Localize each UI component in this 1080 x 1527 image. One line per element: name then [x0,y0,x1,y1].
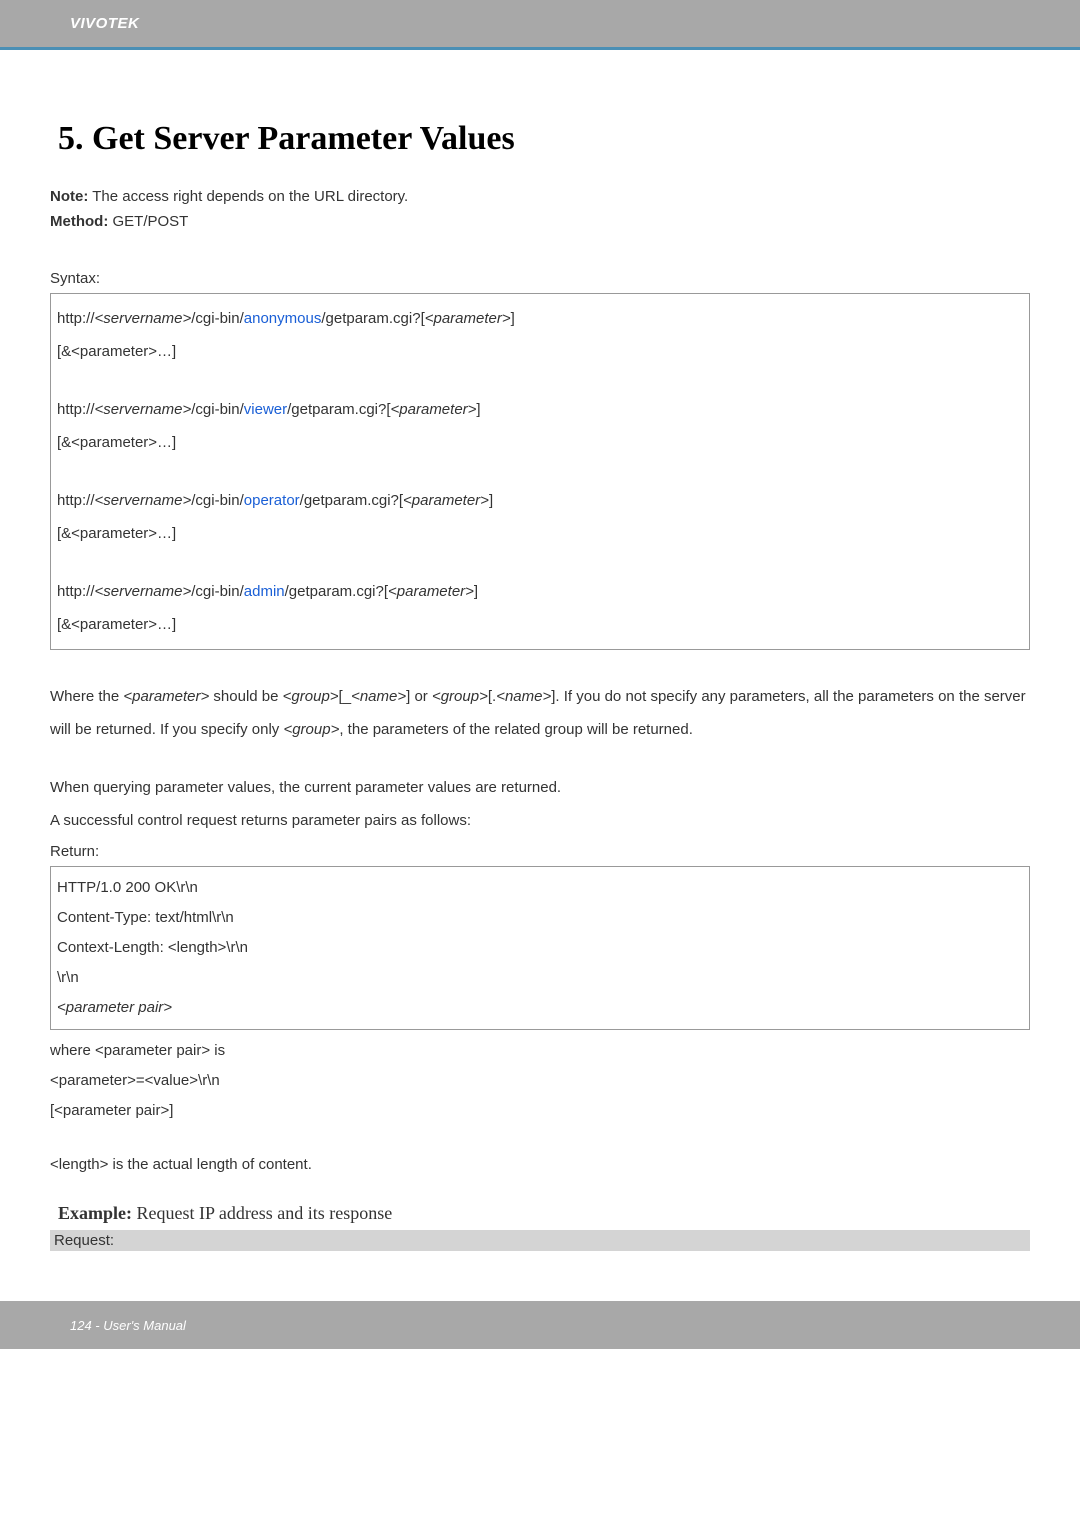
content-area: 5. Get Server Parameter Values Note: The… [0,50,1080,1271]
method-text: GET/POST [108,213,188,230]
note-label: Note: [50,188,88,205]
syntax-line-8: [&<parameter>…] [57,608,1023,641]
page: VIVOTEK 5. Get Server Parameter Values N… [0,0,1080,1349]
syntax-blank-2 [57,459,1023,484]
syntax-blank-3 [57,550,1023,575]
para2-line2: A successful control request returns par… [50,804,1030,837]
brand-label: VIVOTEK [70,15,139,32]
syntax-line-7: http://<servername>/cgi-bin/admin/getpar… [57,575,1023,608]
return-line-3: Context-Length: <length>\r\n [57,933,1023,963]
syntax-box: http://<servername>/cgi-bin/anonymous/ge… [50,293,1030,650]
after-line-3: [<parameter pair>] [50,1096,1030,1126]
after-return: where <parameter pair> is <parameter>=<v… [50,1036,1030,1126]
syntax-line-3: http://<servername>/cgi-bin/viewer/getpa… [57,393,1023,426]
syntax-line-1: http://<servername>/cgi-bin/anonymous/ge… [57,302,1023,335]
syntax-line-2: [&<parameter>…] [57,335,1023,368]
return-line-2: Content-Type: text/html\r\n [57,903,1023,933]
request-bar: Request: [50,1230,1030,1251]
example-text: Request IP address and its response [132,1203,392,1223]
syntax-blank-1 [57,368,1023,393]
return-line-5: <parameter pair> [57,993,1023,1023]
example-line: Example: Request IP address and its resp… [50,1203,1030,1224]
note-line: Note: The access right depends on the UR… [50,188,1030,205]
syntax-line-5: http://<servername>/cgi-bin/operator/get… [57,484,1023,517]
para2-line1: When querying parameter values, the curr… [50,771,1030,804]
syntax-line-4: [&<parameter>…] [57,426,1023,459]
footer-bar: 124 - User's Manual [0,1301,1080,1349]
method-label: Method: [50,213,108,230]
return-line-4: \r\n [57,963,1023,993]
after-line-1: where <parameter pair> is [50,1036,1030,1066]
return-line-1: HTTP/1.0 200 OK\r\n [57,873,1023,903]
example-label: Example: [58,1203,132,1223]
length-line: <length> is the actual length of content… [50,1156,1030,1173]
paragraph-2: When querying parameter values, the curr… [50,771,1030,837]
header-bar: VIVOTEK [0,0,1080,50]
footer-text: 124 - User's Manual [70,1318,186,1333]
after-line-2: <parameter>=<value>\r\n [50,1066,1030,1096]
return-box: HTTP/1.0 200 OK\r\n Content-Type: text/h… [50,866,1030,1030]
note-text: The access right depends on the URL dire… [88,188,408,205]
section-title: 5. Get Server Parameter Values [50,120,1030,158]
syntax-line-6: [&<parameter>…] [57,517,1023,550]
paragraph-1: Where the <parameter> should be <group>[… [50,680,1030,746]
return-label: Return: [50,843,1030,860]
method-line: Method: GET/POST [50,213,1030,230]
syntax-label: Syntax: [50,270,1030,287]
